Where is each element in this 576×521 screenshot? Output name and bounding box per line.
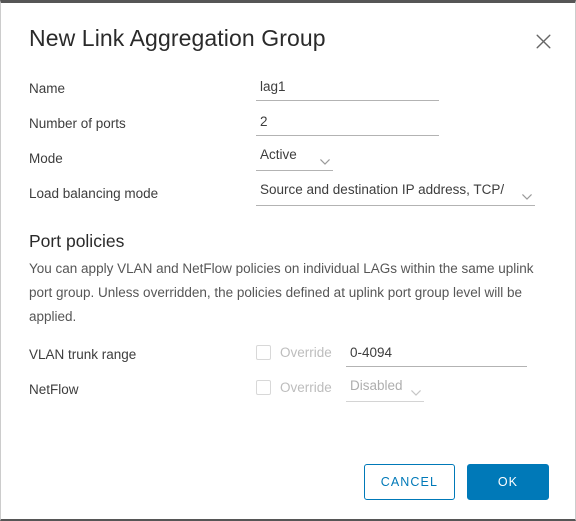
number-of-ports-input[interactable] bbox=[256, 110, 439, 136]
netflow-select: Disabled bbox=[346, 376, 424, 402]
netflow-override-label: Override bbox=[280, 380, 332, 395]
port-policies-description: You can apply VLAN and NetFlow policies … bbox=[29, 261, 534, 324]
netflow-select-value: Disabled bbox=[350, 378, 403, 393]
row-number-of-ports: Number of ports bbox=[29, 110, 547, 145]
vlan-override-wrap: Override bbox=[256, 341, 346, 363]
field-mode: Active bbox=[256, 145, 547, 171]
dialog-body: Name Number of ports Mode Active bbox=[1, 75, 575, 445]
new-lag-dialog: New Link Aggregation Group Name Number o… bbox=[0, 0, 576, 521]
vlan-override-label: Override bbox=[280, 345, 332, 360]
row-mode: Mode Active bbox=[29, 145, 547, 180]
label-vlan-trunk-range: VLAN trunk range bbox=[29, 347, 137, 362]
label-load-balancing-mode: Load balancing mode bbox=[29, 186, 159, 201]
dialog-header: New Link Aggregation Group bbox=[1, 3, 575, 75]
mode-select[interactable]: Active bbox=[256, 145, 333, 171]
field-netflow: Override Disabled bbox=[256, 376, 547, 402]
label-name: Name bbox=[29, 81, 66, 96]
load-balancing-mode-select-value: Source and destination IP address, TCP/ bbox=[260, 182, 505, 197]
load-balancing-mode-select[interactable]: Source and destination IP address, TCP/ bbox=[256, 180, 535, 206]
ok-button[interactable]: OK bbox=[467, 464, 549, 500]
mode-select-value: Active bbox=[260, 147, 297, 162]
label-netflow: NetFlow bbox=[29, 382, 79, 397]
field-name bbox=[256, 75, 547, 101]
page-title: New Link Aggregation Group bbox=[29, 25, 326, 51]
row-load-balancing-mode: Load balancing mode Source and destinati… bbox=[29, 180, 547, 215]
field-number-of-ports bbox=[256, 110, 547, 136]
row-vlan-trunk-range: VLAN trunk range Override bbox=[29, 341, 547, 376]
close-button[interactable] bbox=[527, 25, 559, 57]
row-name: Name bbox=[29, 75, 547, 110]
close-icon bbox=[536, 34, 551, 49]
netflow-override-wrap: Override bbox=[256, 376, 346, 398]
label-mode: Mode bbox=[29, 151, 63, 166]
cancel-button[interactable]: CANCEL bbox=[363, 464, 455, 500]
netflow-override-checkbox[interactable] bbox=[256, 380, 271, 395]
field-load-balancing-mode: Source and destination IP address, TCP/ bbox=[256, 180, 547, 206]
field-vlan-trunk-range: Override bbox=[256, 341, 547, 367]
row-netflow: NetFlow Override Disabled bbox=[29, 376, 547, 411]
chevron-down-icon bbox=[320, 152, 330, 165]
port-policies-heading: Port policies bbox=[29, 231, 125, 251]
dialog-footer: CANCEL OK bbox=[1, 445, 575, 519]
name-input[interactable] bbox=[256, 75, 439, 101]
label-number-of-ports: Number of ports bbox=[29, 116, 126, 131]
vlan-override-checkbox[interactable] bbox=[256, 345, 271, 360]
chevron-down-icon bbox=[411, 383, 421, 396]
vlan-trunk-range-input[interactable] bbox=[346, 341, 527, 367]
chevron-down-icon bbox=[522, 187, 532, 200]
